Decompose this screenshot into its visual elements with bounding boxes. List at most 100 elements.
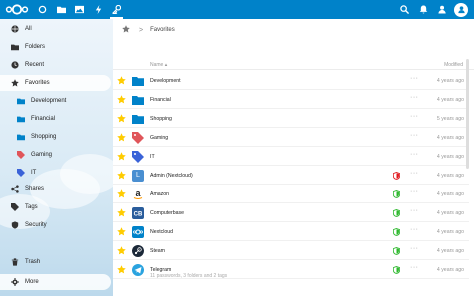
svg-text:CB: CB xyxy=(134,212,143,218)
sidebar-item-financial[interactable]: Financial xyxy=(0,111,111,127)
more-actions-icon[interactable]: ··· xyxy=(410,94,419,101)
row-name[interactable]: Admin (Nextcloud) xyxy=(150,173,193,179)
sidebar-item-shopping[interactable]: Shopping xyxy=(0,129,111,145)
sidebar-item-label: IT xyxy=(31,170,37,176)
folder-icon xyxy=(16,133,25,142)
app-navigation: All Folders Recent Favorites Development… xyxy=(0,19,113,296)
notifications-icon[interactable] xyxy=(417,3,430,16)
favorite-star-icon[interactable] xyxy=(117,265,126,274)
contacts-icon[interactable] xyxy=(436,3,449,16)
sidebar-item-all[interactable]: All xyxy=(0,21,111,37)
folder-icon xyxy=(16,115,25,124)
folder-icon xyxy=(132,113,144,125)
table-row[interactable]: L Admin (Nextcloud) ··· 4 years ago xyxy=(113,167,469,185)
row-name[interactable]: Computerbase xyxy=(150,210,184,216)
favorite-star-icon[interactable] xyxy=(117,227,126,236)
favorite-star-icon[interactable] xyxy=(117,76,126,85)
main-content: > Favorites Name ▴ Modified Development ·… xyxy=(113,19,474,296)
share-icon xyxy=(10,185,19,194)
table-row[interactable]: Nextcloud ··· 4 years ago xyxy=(113,223,469,242)
row-name[interactable]: Shopping xyxy=(150,116,172,122)
column-header-modified[interactable]: Modified xyxy=(444,62,463,68)
more-actions-icon[interactable]: ··· xyxy=(410,245,419,252)
table-row[interactable]: Shopping ··· 5 years ago xyxy=(113,110,469,128)
sidebar-item-development[interactable]: Development xyxy=(0,93,111,109)
favorite-star-icon[interactable] xyxy=(117,208,126,217)
more-actions-icon[interactable]: ··· xyxy=(410,151,419,158)
breadcrumb-separator: > xyxy=(139,26,144,34)
favorites-star-icon[interactable] xyxy=(122,25,130,35)
top-bar xyxy=(0,0,474,19)
photos-icon[interactable] xyxy=(73,3,86,16)
sidebar-item-gaming[interactable]: Gaming xyxy=(0,147,111,163)
table-row[interactable]: a Amazon ··· 4 years ago xyxy=(113,185,469,204)
gear-icon xyxy=(10,278,19,287)
favorite-star-icon[interactable] xyxy=(117,189,126,198)
table-row[interactable]: IT ··· 4 years ago xyxy=(113,148,469,166)
row-modified-date: 4 years ago xyxy=(436,153,464,160)
security-ok-shield-icon xyxy=(392,209,401,218)
row-name[interactable]: Financial xyxy=(150,97,171,103)
row-modified-date: 4 years ago xyxy=(436,172,464,179)
row-name[interactable]: Amazon xyxy=(150,191,169,197)
row-modified-date: 4 years ago xyxy=(436,134,464,141)
column-header-name[interactable]: Name ▴ xyxy=(150,62,167,68)
tag-icon xyxy=(132,150,144,163)
row-modified-date: 5 years ago xyxy=(436,115,464,122)
favorite-star-icon[interactable] xyxy=(117,114,126,123)
search-icon[interactable] xyxy=(398,3,411,16)
dashboard-icon[interactable] xyxy=(36,3,49,16)
steam-icon xyxy=(132,245,144,258)
sidebar-item-security[interactable]: Security xyxy=(0,217,111,233)
sidebar-item-label: Folders xyxy=(25,44,46,50)
sidebar-item-label: Shares xyxy=(25,186,45,192)
sidebar-item-trash[interactable]: Trash xyxy=(0,254,111,270)
row-modified-date: 4 years ago xyxy=(436,78,464,84)
tag-icon xyxy=(10,203,19,212)
more-actions-icon[interactable]: ··· xyxy=(410,75,419,82)
table-row[interactable]: Gaming ··· 4 years ago xyxy=(113,129,469,147)
more-actions-icon[interactable]: ··· xyxy=(410,207,419,214)
row-name[interactable]: Steam xyxy=(150,248,165,254)
sidebar-item-label: Security xyxy=(25,222,47,228)
favorite-star-icon[interactable] xyxy=(117,132,126,142)
more-actions-icon[interactable]: ··· xyxy=(410,170,419,177)
scrollbar[interactable] xyxy=(466,59,469,169)
sidebar-item-it[interactable]: IT xyxy=(0,165,111,181)
security-warning-shield-icon xyxy=(392,171,401,180)
more-actions-icon[interactable]: ··· xyxy=(410,113,419,120)
table-row[interactable]: Steam ··· 4 years ago xyxy=(113,242,469,261)
nextcloud-logo-icon[interactable] xyxy=(5,3,29,16)
row-name[interactable]: Nextcloud xyxy=(150,229,173,235)
sidebar-item-label: Recent xyxy=(25,62,45,68)
table-row[interactable]: CB Computerbase ··· 4 years ago xyxy=(113,204,469,223)
sidebar-item-favorites[interactable]: Favorites xyxy=(0,75,111,91)
sidebar-item-folders[interactable]: Folders xyxy=(0,39,111,55)
breadcrumb-current[interactable]: Favorites xyxy=(150,27,175,33)
files-icon[interactable] xyxy=(55,3,68,16)
sidebar-item-tags[interactable]: Tags xyxy=(0,199,111,215)
activity-icon[interactable] xyxy=(92,3,105,16)
more-actions-icon[interactable]: ··· xyxy=(410,264,419,271)
favorite-star-icon[interactable] xyxy=(117,170,126,180)
sidebar-item-more[interactable]: More xyxy=(0,274,111,290)
sidebar-item-label: More xyxy=(25,279,39,285)
table-row[interactable]: Development ··· 4 years ago xyxy=(113,72,469,90)
row-name[interactable]: IT xyxy=(150,154,155,160)
favorite-star-icon[interactable] xyxy=(117,95,126,104)
folder-icon xyxy=(132,75,144,87)
table-row[interactable]: Financial ··· 4 years ago xyxy=(113,91,469,109)
favorite-star-icon[interactable] xyxy=(117,246,126,255)
user-avatar-icon[interactable] xyxy=(454,2,468,17)
sidebar-item-label: Development xyxy=(31,98,67,104)
row-name[interactable]: Gaming xyxy=(150,135,168,141)
row-modified-date: 4 years ago xyxy=(436,229,464,236)
sidebar-item-recent[interactable]: Recent xyxy=(0,57,111,73)
sidebar-item-shares[interactable]: Shares xyxy=(0,181,111,197)
favorite-star-icon[interactable] xyxy=(117,151,126,161)
row-name[interactable]: Development xyxy=(150,78,181,84)
more-actions-icon[interactable]: ··· xyxy=(410,226,419,233)
more-actions-icon[interactable]: ··· xyxy=(410,132,419,139)
more-actions-icon[interactable]: ··· xyxy=(410,188,419,195)
passwords-icon[interactable] xyxy=(110,3,123,16)
